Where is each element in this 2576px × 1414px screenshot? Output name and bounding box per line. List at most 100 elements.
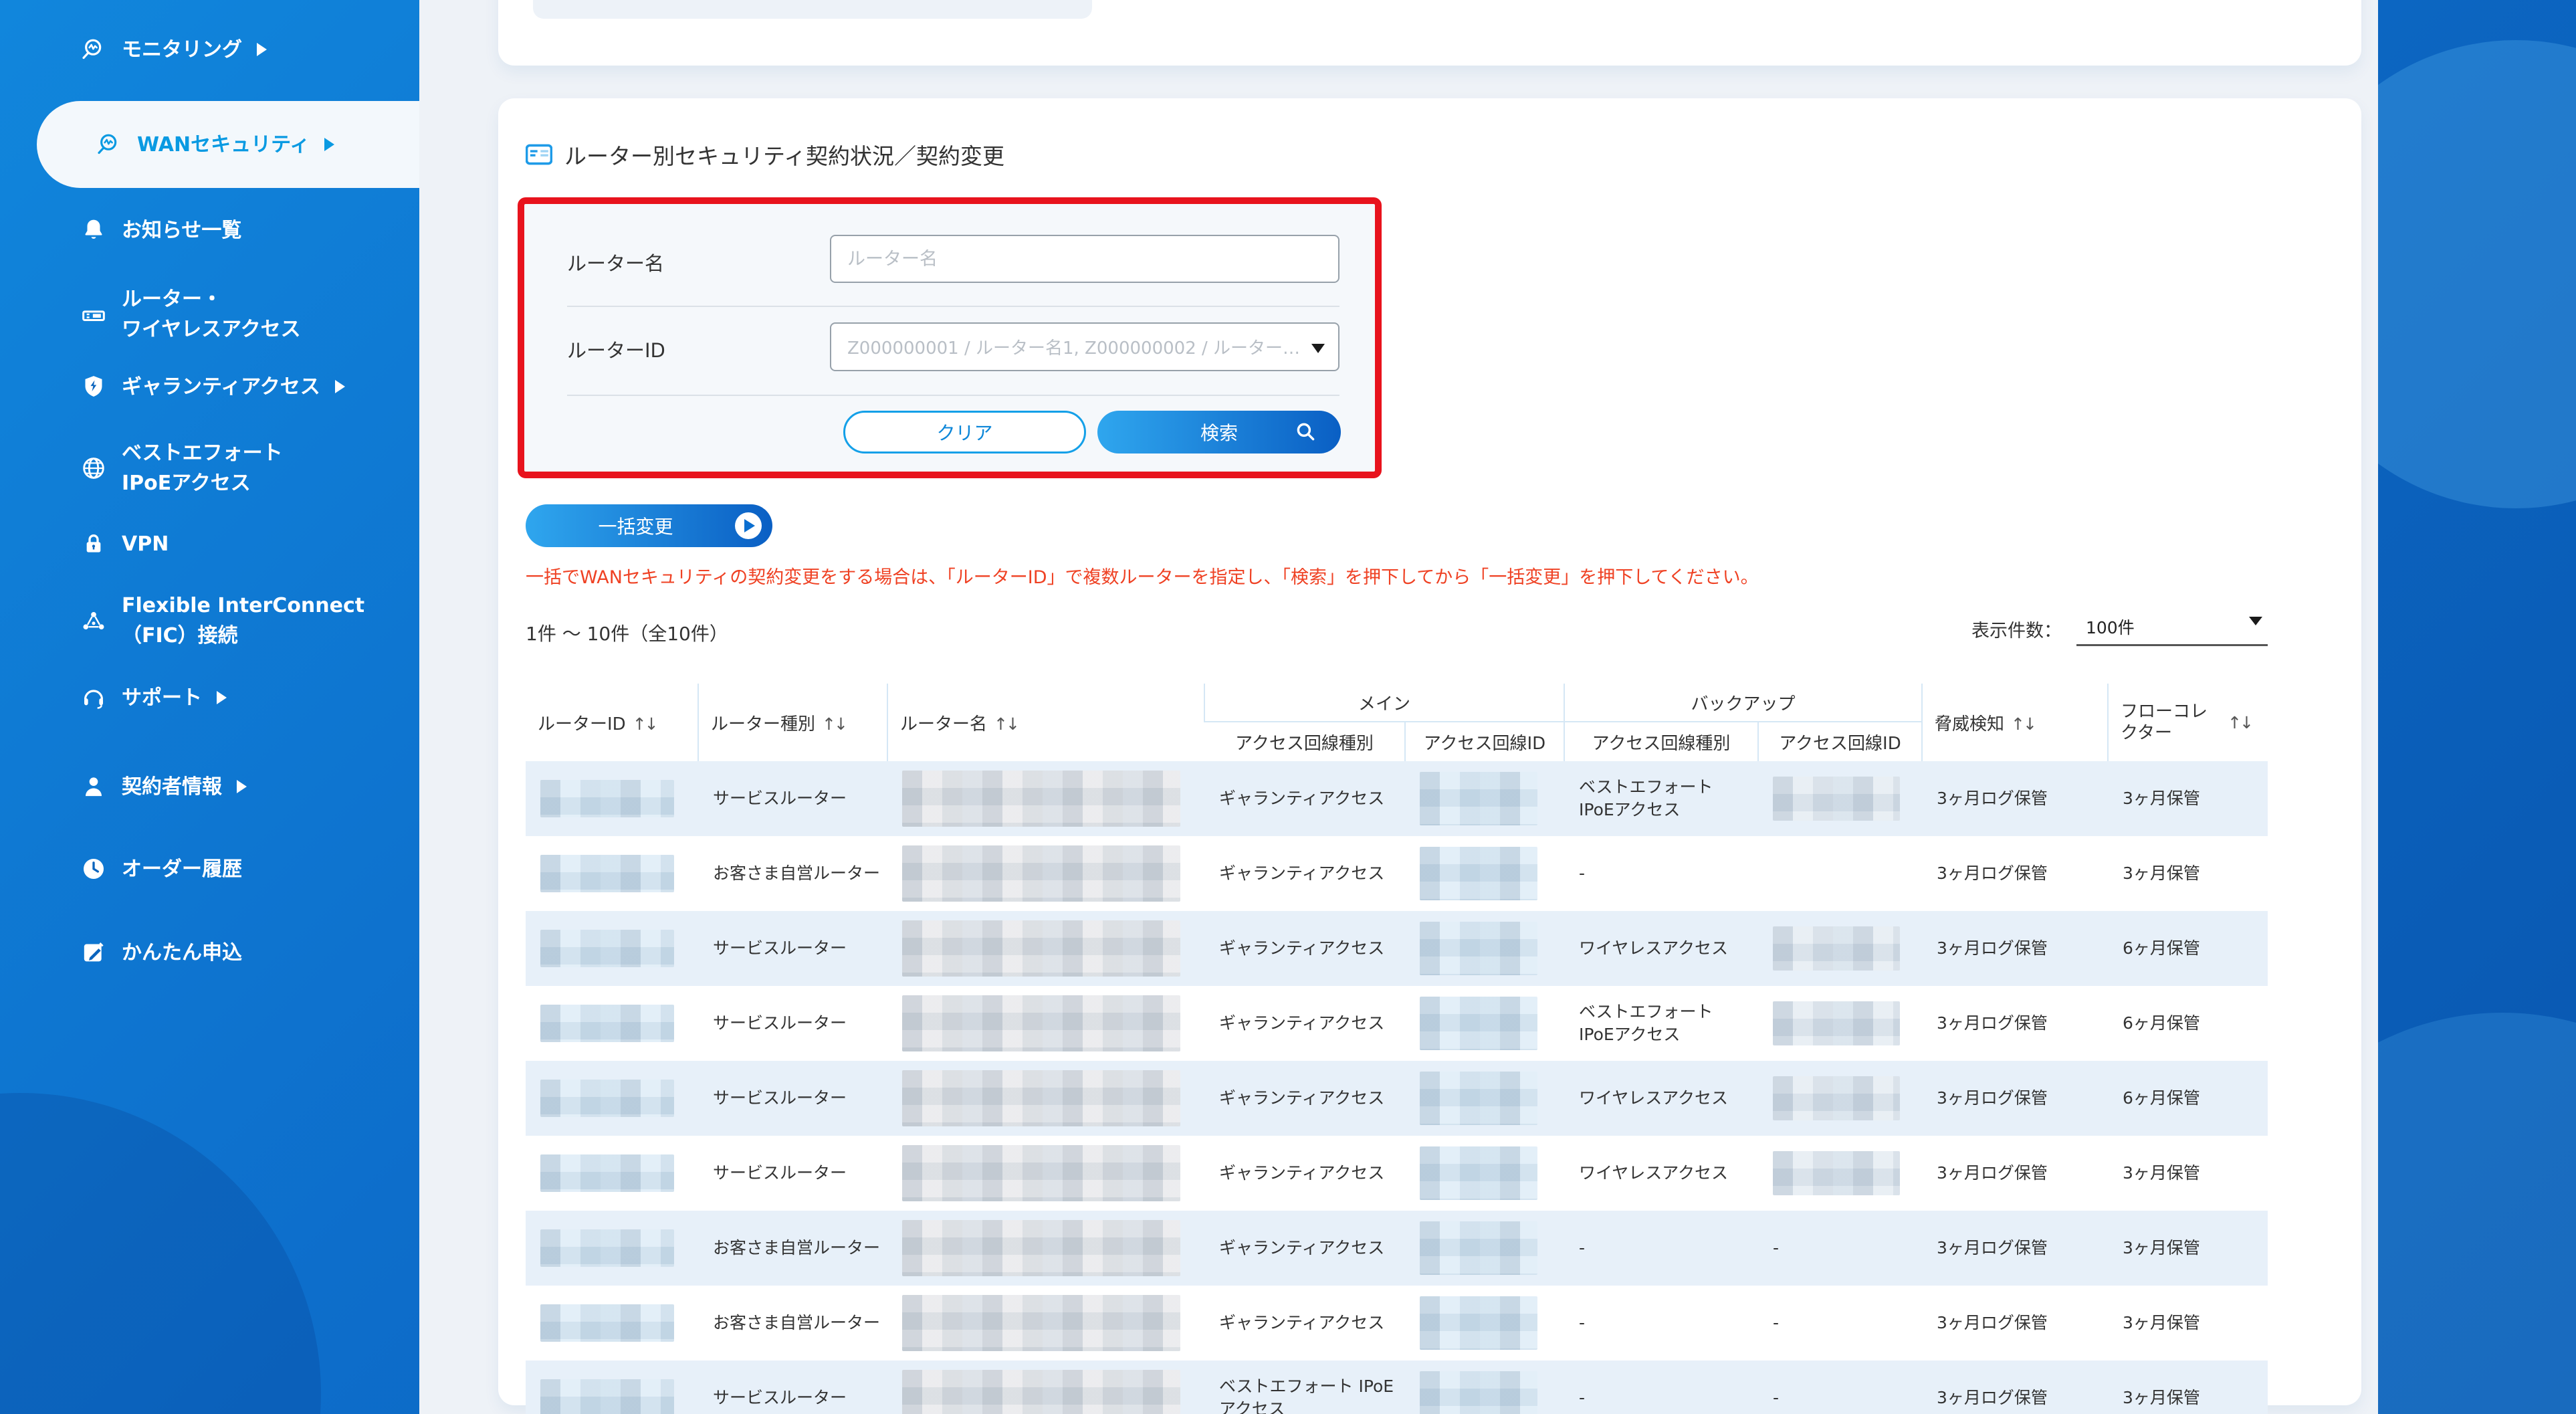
sort-arrows-icon: ↑↓	[2011, 714, 2035, 734]
main-access-line-type-cell: ギャランティアクセス	[1204, 986, 1405, 1061]
table-body: サービスルーターギャランティアクセスベストエフォート IPoEアクセス3ヶ月ログ…	[526, 761, 2268, 1414]
backup-access-line-id-cell	[1758, 761, 1922, 836]
page-size-label: 表示件数：	[1971, 616, 2062, 646]
sidebar-item-label: 契約者情報	[122, 772, 222, 802]
router-name-cell	[887, 911, 1204, 986]
main-access-line-id-cell	[1405, 911, 1564, 986]
backup-access-line-type-cell: ワイヤレスアクセス	[1564, 1061, 1758, 1136]
router-id-cell	[526, 761, 698, 836]
threat-detection-cell: 3ヶ月ログ保管	[1922, 986, 2108, 1061]
wan-security-section-card: ルーター別セキュリティ契約状況／契約変更 ルーター名 ルーターID Z00000…	[498, 98, 2361, 1405]
main-access-line-id-cell	[1405, 836, 1564, 911]
search-button[interactable]: 検索	[1097, 411, 1341, 453]
header-router-type[interactable]: ルーター種別↑↓	[698, 684, 887, 761]
main-access-line-id-cell	[1405, 986, 1564, 1061]
backup-access-line-type-cell: -	[1564, 1360, 1758, 1414]
flow-collector-cell: 3ヶ月保管	[2108, 1136, 2268, 1211]
router-name-cell	[887, 761, 1204, 836]
router-name-cell	[887, 1286, 1204, 1360]
router-id-cell	[526, 1360, 698, 1414]
sidebar-item-support[interactable]: サポート	[0, 678, 419, 718]
clear-button[interactable]: クリア	[843, 411, 1086, 453]
router-type-cell: サービスルーター	[698, 1061, 887, 1136]
header-flow-collector[interactable]: フローコレクター↑↓	[2108, 684, 2268, 761]
table-row: サービスルーターベストエフォート IPoEアクセス--3ヶ月ログ保管3ヶ月保管	[526, 1360, 2268, 1414]
sidebar-item-best-effort-ipoe-access[interactable]: ベストエフォート IPoEアクセス	[0, 438, 419, 498]
sidebar-item-monitoring[interactable]: モニタリング	[0, 29, 419, 70]
sidebar-item-vpn[interactable]: VPN	[0, 524, 419, 564]
router-name-redacted	[902, 995, 1180, 1051]
router-name-cell	[887, 1360, 1204, 1414]
threat-detection-cell: 3ヶ月ログ保管	[1922, 1061, 2108, 1136]
threat-detection-cell: 3ヶ月ログ保管	[1922, 1211, 2108, 1286]
main-access-line-id-redacted	[1420, 1371, 1537, 1414]
sort-arrows-icon: ↑↓	[994, 714, 1018, 734]
router-id-cell	[526, 1286, 698, 1360]
header-threat-detection[interactable]: 脅威検知↑↓	[1922, 684, 2108, 761]
router-id-cell	[526, 986, 698, 1061]
globe-icon	[79, 453, 108, 483]
chevron-right-icon	[324, 138, 334, 151]
chevron-right-icon	[217, 691, 227, 704]
main-access-line-type-cell: ギャランティアクセス	[1204, 1061, 1405, 1136]
page-size-value: 100件	[2086, 618, 2135, 637]
sidebar-item-router-wireless-access[interactable]: ルーター・ ワイヤレスアクセス	[0, 284, 419, 344]
sidebar-navigation: モニタリング WANセキュリティお知らせ一覧ルーター・ ワイヤレスアクセスギャラン…	[0, 0, 419, 1414]
flow-collector-cell: 3ヶ月保管	[2108, 1360, 2268, 1414]
form-divider	[567, 306, 1339, 307]
router-id-redacted	[540, 1379, 674, 1414]
header-backup-access-line-id: アクセス回線ID	[1758, 722, 1922, 761]
backup-access-line-type-cell: ベストエフォート IPoEアクセス	[1564, 986, 1758, 1061]
threat-detection-cell: 3ヶ月ログ保管	[1922, 911, 2108, 986]
table-row: サービスルーターギャランティアクセスワイヤレスアクセス3ヶ月ログ保管3ヶ月保管	[526, 1136, 2268, 1211]
backup-access-line-type-cell: -	[1564, 1211, 1758, 1286]
sidebar-item-easy-application[interactable]: かんたん申込	[0, 932, 419, 973]
router-name-redacted	[902, 771, 1180, 827]
router-name-input[interactable]	[830, 235, 1339, 283]
sidebar-item-contractor-info[interactable]: 契約者情報	[0, 767, 419, 807]
router-id-redacted	[540, 1005, 674, 1042]
main-access-line-id-cell	[1405, 1360, 1564, 1414]
search-button-label: 検索	[1200, 419, 1238, 445]
router-name-redacted	[902, 1070, 1180, 1126]
sidebar-item-fic-connection[interactable]: Flexible InterConnect （FIC）接続	[0, 591, 419, 651]
flow-collector-cell: 3ヶ月保管	[2108, 836, 2268, 911]
sidebar-item-wan-security[interactable]: WANセキュリティ	[37, 101, 419, 188]
header-router-id[interactable]: ルーターID↑↓	[526, 684, 698, 761]
chevron-down-icon	[2249, 617, 2262, 625]
main-access-line-id-redacted	[1420, 1072, 1537, 1125]
table-row: サービスルーターギャランティアクセスベストエフォート IPoEアクセス3ヶ月ログ…	[526, 986, 2268, 1061]
page-size-select[interactable]: 100件	[2076, 615, 2268, 646]
main-access-line-type-cell: ギャランティアクセス	[1204, 836, 1405, 911]
table-row: サービスルーターギャランティアクセスワイヤレスアクセス3ヶ月ログ保管6ヶ月保管	[526, 911, 2268, 986]
router-name-cell	[887, 986, 1204, 1061]
router-name-cell	[887, 1211, 1204, 1286]
clock-icon	[79, 854, 108, 884]
header-router-name[interactable]: ルーター名↑↓	[887, 684, 1204, 761]
sidebar-item-guarantee-access[interactable]: ギャランティアクセス	[0, 367, 419, 407]
main-access-line-id-redacted	[1420, 922, 1537, 975]
flow-collector-cell: 3ヶ月保管	[2108, 1211, 2268, 1286]
backup-access-line-id-cell	[1758, 1061, 1922, 1136]
router-name-redacted	[902, 1220, 1180, 1276]
backup-access-line-id-cell: -	[1758, 1360, 1922, 1414]
router-id-select[interactable]: Z000000001 / ルーター名1, Z000000002 / ルーター名2…	[830, 322, 1339, 371]
main-access-line-type-cell: ギャランティアクセス	[1204, 761, 1405, 836]
backup-access-line-id-cell	[1758, 911, 1922, 986]
sort-arrows-icon: ↑↓	[2228, 713, 2252, 732]
router-id-cell	[526, 1211, 698, 1286]
table-row: サービスルーターギャランティアクセスワイヤレスアクセス3ヶ月ログ保管6ヶ月保管	[526, 1061, 2268, 1136]
backup-access-line-id-cell: -	[1758, 1211, 1922, 1286]
router-name-cell	[887, 1136, 1204, 1211]
router-name-cell	[887, 836, 1204, 911]
lock-icon	[79, 529, 108, 559]
router-icon	[79, 300, 108, 329]
threat-detection-cell: 3ヶ月ログ保管	[1922, 836, 2108, 911]
router-type-cell: お客さま自営ルーター	[698, 1211, 887, 1286]
bulk-change-button[interactable]: 一括変更	[526, 504, 772, 547]
search-form-highlighted: ルーター名 ルーターID Z000000001 / ルーター名1, Z00000…	[518, 197, 1382, 478]
main-access-line-type-cell: ギャランティアクセス	[1204, 1211, 1405, 1286]
flow-collector-cell: 3ヶ月保管	[2108, 1286, 2268, 1360]
sidebar-item-order-history[interactable]: オーダー履歴	[0, 849, 419, 889]
sidebar-item-notices[interactable]: お知らせ一覧	[0, 210, 419, 250]
